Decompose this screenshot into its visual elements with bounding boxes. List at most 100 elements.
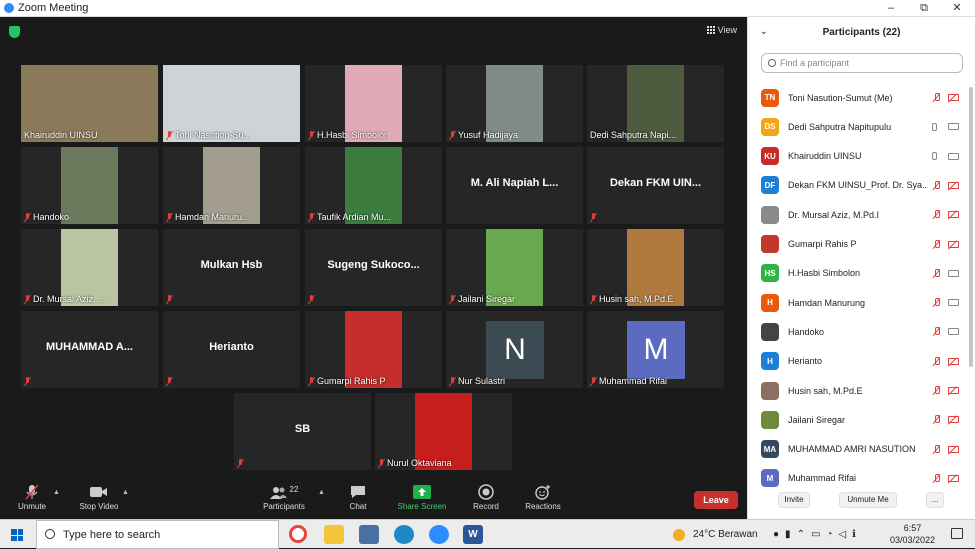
video-tile[interactable]: Taufik Ardian Mu... xyxy=(305,147,442,224)
mic-icon[interactable]: ▮ xyxy=(785,529,791,540)
participant-row[interactable]: H Hamdan Manurung xyxy=(748,288,968,317)
participant-row[interactable]: DS Dedi Sahputra Napitupulu xyxy=(748,112,968,141)
participant-video xyxy=(61,147,118,224)
participant-row[interactable]: Gumarpi Rahis P xyxy=(748,230,968,259)
invite-button[interactable]: Invite xyxy=(778,492,810,508)
participant-row[interactable]: Dr. Mursal Aziz, M.Pd.I xyxy=(748,200,968,229)
tile-name-label: Handoko xyxy=(24,212,69,222)
video-tile[interactable]: Sugeng Sukoco... xyxy=(305,229,442,306)
video-tile[interactable]: Yusuf Hadijaya xyxy=(446,65,583,142)
participants-button[interactable]: 22 Participants xyxy=(254,484,314,512)
leave-button[interactable]: Leave xyxy=(694,491,738,509)
video-tile[interactable]: H.Hasbi Simbolon xyxy=(305,65,442,142)
camera-off-icon xyxy=(948,240,959,248)
participant-row[interactable]: DF Dekan FKM UINSU_Prof. Dr. Sya... xyxy=(748,171,968,200)
video-tile[interactable]: Dr. Mursal Aziz, ... xyxy=(21,229,158,306)
video-tile[interactable]: SB xyxy=(234,393,371,470)
participants-title: Participants (22) xyxy=(822,26,901,38)
weather-text[interactable]: 24°C Berawan xyxy=(693,529,758,540)
avatar: H xyxy=(761,293,779,312)
edge-icon[interactable] xyxy=(394,525,414,544)
more-options-button[interactable]: ... xyxy=(926,492,944,508)
view-button[interactable]: View xyxy=(706,25,737,35)
participant-row[interactable]: TN Toni Nasution-Sumut (Me) xyxy=(748,83,968,112)
record-button[interactable]: Record xyxy=(456,484,516,511)
battery-icon[interactable]: ▭ xyxy=(811,529,820,540)
minimize-button[interactable]: – xyxy=(876,0,906,17)
tile-name-label xyxy=(308,295,317,304)
unmute-me-button[interactable]: Unmute Me xyxy=(839,492,897,508)
participant-row[interactable]: Husin sah, M.Pd.E xyxy=(748,376,968,405)
participant-row[interactable]: Jailani Siregar xyxy=(748,405,968,434)
window-titlebar: Zoom Meeting – ⧉ ✕ xyxy=(0,0,975,17)
video-tile[interactable]: Hamdan Manuru... xyxy=(163,147,300,224)
participant-display-name: Sugeng Sukoco... xyxy=(327,259,420,271)
participant-display-name: M. Ali Napiah L... xyxy=(470,177,559,189)
chrome-icon[interactable] xyxy=(289,525,307,543)
participant-row[interactable]: H Herianto xyxy=(748,347,968,376)
mic-muted-icon xyxy=(932,415,941,424)
avatar xyxy=(761,235,779,253)
word-icon[interactable]: W xyxy=(463,525,483,544)
video-tile[interactable]: Handoko xyxy=(21,147,158,224)
video-tile[interactable]: M Muhammad Rifai xyxy=(587,311,724,388)
participant-list-scrollbar[interactable] xyxy=(969,87,973,367)
language-icon[interactable]: ℹ xyxy=(852,529,856,540)
video-tile[interactable]: M. Ali Napiah L... xyxy=(446,147,583,224)
participants-label: Participants xyxy=(263,502,305,511)
notifications-icon[interactable] xyxy=(951,528,963,539)
search-icon xyxy=(768,59,776,67)
clock[interactable]: 6:57 03/03/2022 xyxy=(890,522,935,546)
audio-options-chevron-icon[interactable]: ▲ xyxy=(53,489,60,496)
volume-icon[interactable]: ◁ xyxy=(838,529,846,540)
video-tile[interactable]: Dedi Sahputra Napi... xyxy=(587,65,724,142)
video-options-chevron-icon[interactable]: ▲ xyxy=(122,489,129,496)
avatar: H xyxy=(761,352,779,371)
participant-row[interactable]: HS H.Hasbi Simbolon xyxy=(748,259,968,288)
wifi-icon[interactable]: ◔ xyxy=(826,529,832,540)
camera-app-icon[interactable] xyxy=(359,525,379,544)
video-tile[interactable]: N Nur Sulastri xyxy=(446,311,583,388)
video-tile[interactable]: Dekan FKM UIN... xyxy=(587,147,724,224)
share-screen-button[interactable]: Share Screen xyxy=(392,484,452,511)
tile-name-label xyxy=(590,213,599,222)
collapse-chevron-icon[interactable]: ⌄ xyxy=(760,26,768,37)
avatar xyxy=(761,410,779,429)
participant-name: Muhammad Rifai xyxy=(788,473,857,484)
mic-muted-icon xyxy=(166,295,173,304)
chevron-up-icon[interactable]: ⌃ xyxy=(797,529,805,540)
zoom-taskbar-icon[interactable] xyxy=(429,525,449,544)
participant-name: Dedi Sahputra Napitupulu xyxy=(788,121,892,132)
avatar: DS xyxy=(761,117,779,136)
close-button[interactable]: ✕ xyxy=(942,0,972,17)
video-tile[interactable]: Husin sah, M.Pd.E xyxy=(587,229,724,306)
windows-start-icon[interactable] xyxy=(11,529,23,541)
people-icon[interactable]: ● xyxy=(773,529,779,540)
video-tile[interactable]: MUHAMMAD A... xyxy=(21,311,158,388)
taskbar-search-box[interactable]: Type here to search xyxy=(36,520,279,549)
participant-search-input[interactable]: Find a participant xyxy=(761,53,963,73)
mic-muted-icon xyxy=(24,377,31,386)
chat-button[interactable]: Chat xyxy=(328,484,388,511)
video-tile[interactable]: Khairuddin UINSU xyxy=(21,65,158,142)
stop-video-button[interactable]: Stop Video xyxy=(69,484,129,511)
video-tile[interactable]: Nurul Oktaviana xyxy=(375,393,512,470)
video-tile[interactable]: Mulkan Hsb xyxy=(163,229,300,306)
mic-muted-icon xyxy=(932,327,941,336)
mic-muted-icon xyxy=(932,356,941,366)
security-shield-icon[interactable] xyxy=(9,26,20,38)
participant-row[interactable]: M Muhammad Rifai xyxy=(748,464,968,493)
video-tile[interactable]: Gumarpi Rahis P xyxy=(305,311,442,388)
video-tile[interactable]: Herianto xyxy=(163,311,300,388)
reactions-label: Reactions xyxy=(525,502,561,511)
participant-row[interactable]: MA MUHAMMAD AMRI NASUTION xyxy=(748,435,968,464)
video-tile[interactable]: Toni Nasution-Su... xyxy=(163,65,300,142)
video-tile[interactable]: Jailani Siregar xyxy=(446,229,583,306)
file-explorer-icon[interactable] xyxy=(324,525,344,544)
reactions-button[interactable]: Reactions xyxy=(513,484,573,511)
participant-row[interactable]: Handoko xyxy=(748,317,968,346)
participants-options-chevron-icon[interactable]: ▲ xyxy=(318,489,325,496)
tile-name-text: Nur Sulastri xyxy=(458,376,506,386)
participant-row[interactable]: KU Khairuddin UINSU xyxy=(748,142,968,171)
restore-button[interactable]: ⧉ xyxy=(909,0,939,17)
